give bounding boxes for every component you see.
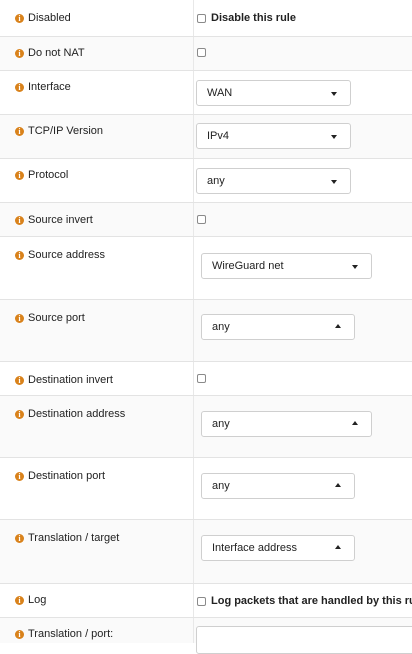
info-icon[interactable]: i <box>15 126 24 136</box>
nat-rule-form: i Disabled Disable this rule i Do not NA… <box>0 0 412 654</box>
caret-up-icon <box>335 324 341 328</box>
source-address-select[interactable]: WireGuard net <box>201 253 372 279</box>
label-interface: i Interface <box>15 81 71 93</box>
info-icon[interactable]: i <box>15 250 24 260</box>
do-not-nat-checkbox[interactable] <box>197 48 206 57</box>
info-icon[interactable]: i <box>15 629 24 639</box>
row-destination-address: i Destination address any <box>0 396 412 458</box>
label-disabled: i Disabled <box>15 12 71 24</box>
label-source-address: i Source address <box>15 249 105 261</box>
info-icon[interactable]: i <box>15 595 24 605</box>
disable-rule-checkbox-field[interactable]: Disable this rule <box>197 12 296 24</box>
info-icon[interactable]: i <box>15 82 24 92</box>
log-checkbox-field[interactable]: Log packets that are handled by this rul… <box>197 595 412 607</box>
caret-down-icon <box>331 135 337 139</box>
caret-down-icon <box>331 92 337 96</box>
destination-invert-checkbox-field[interactable] <box>197 374 206 383</box>
info-icon[interactable]: i <box>15 375 24 385</box>
row-translation-target: i Translation / target Interface address <box>0 520 412 584</box>
source-invert-checkbox[interactable] <box>197 215 206 224</box>
destination-address-select[interactable]: any <box>201 411 372 437</box>
row-protocol: i Protocol any <box>0 159 412 203</box>
row-translation-port: i Translation / port: <box>0 618 412 654</box>
info-icon[interactable]: i <box>15 215 24 225</box>
interface-select[interactable]: WAN <box>196 80 351 106</box>
destination-invert-checkbox[interactable] <box>197 374 206 383</box>
caret-up-icon <box>335 545 341 549</box>
label-translation-target: i Translation / target <box>15 532 119 544</box>
caret-up-icon <box>335 483 341 487</box>
translation-target-select[interactable]: Interface address <box>201 535 355 561</box>
label-destination-address: i Destination address <box>15 408 125 420</box>
label-tcpip-version: i TCP/IP Version <box>15 125 103 137</box>
protocol-select[interactable]: any <box>196 168 351 194</box>
info-icon[interactable]: i <box>15 313 24 323</box>
caret-up-icon <box>352 421 358 425</box>
row-disabled: i Disabled Disable this rule <box>0 0 412 37</box>
info-icon[interactable]: i <box>15 13 24 23</box>
caret-down-icon <box>352 265 358 269</box>
do-not-nat-checkbox-field[interactable] <box>197 48 206 57</box>
row-do-not-nat: i Do not NAT <box>0 37 412 71</box>
label-destination-invert: i Destination invert <box>15 374 113 386</box>
info-icon[interactable]: i <box>15 409 24 419</box>
row-source-invert: i Source invert <box>0 203 412 237</box>
tcpip-version-select[interactable]: IPv4 <box>196 123 351 149</box>
label-source-invert: i Source invert <box>15 214 93 226</box>
row-destination-port: i Destination port any <box>0 458 412 520</box>
row-source-port: i Source port any <box>0 300 412 362</box>
info-icon[interactable]: i <box>15 170 24 180</box>
log-checkbox[interactable] <box>197 596 206 606</box>
info-icon[interactable]: i <box>15 471 24 481</box>
source-port-select[interactable]: any <box>201 314 355 340</box>
label-translation-port: i Translation / port: <box>15 628 113 640</box>
label-protocol: i Protocol <box>15 169 68 181</box>
row-tcpip-version: i TCP/IP Version IPv4 <box>0 115 412 159</box>
row-destination-invert: i Destination invert <box>0 362 412 396</box>
log-checkbox-label[interactable]: Log packets that are handled by this rul… <box>211 595 412 607</box>
row-interface: i Interface WAN <box>0 71 412 115</box>
row-log: i Log Log packets that are handled by th… <box>0 584 412 618</box>
caret-down-icon <box>331 180 337 184</box>
row-source-address: i Source address WireGuard net <box>0 237 412 300</box>
translation-port-input[interactable] <box>196 626 412 654</box>
label-log: i Log <box>15 594 46 606</box>
disable-rule-label[interactable]: Disable this rule <box>211 12 296 24</box>
label-source-port: i Source port <box>15 312 85 324</box>
info-icon[interactable]: i <box>15 48 24 58</box>
label-destination-port: i Destination port <box>15 470 105 482</box>
disable-rule-checkbox[interactable] <box>197 13 206 23</box>
source-invert-checkbox-field[interactable] <box>197 215 206 224</box>
label-do-not-nat: i Do not NAT <box>15 47 85 59</box>
destination-port-select[interactable]: any <box>201 473 355 499</box>
info-icon[interactable]: i <box>15 533 24 543</box>
